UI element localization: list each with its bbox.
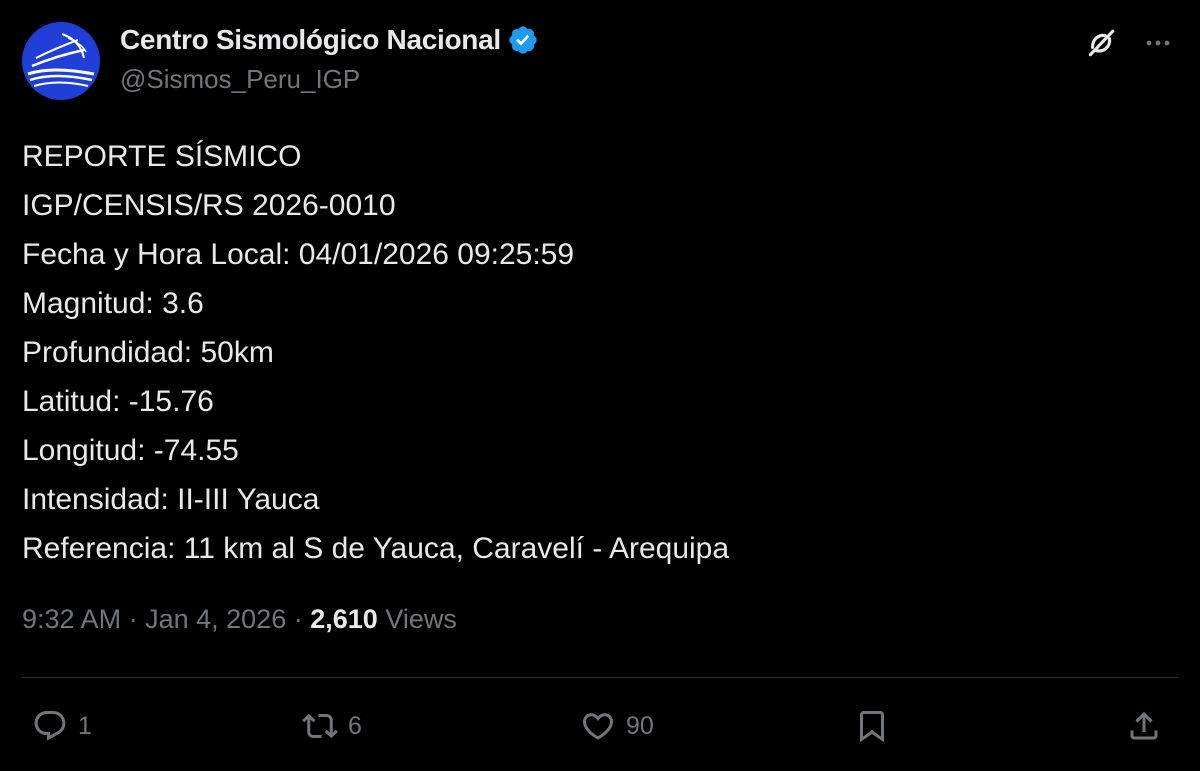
display-name[interactable]: Centro Sismológico Nacional (120, 24, 501, 56)
author-info: Centro Sismológico Nacional @Sismos_Peru… (120, 22, 539, 95)
share-button[interactable] (1126, 705, 1162, 747)
views-count[interactable]: 2,610 (310, 604, 378, 634)
repost-icon (302, 713, 338, 739)
tweet-meta: 9:32 AM · Jan 4, 2026 · 2,610 Views (22, 604, 457, 635)
tweet-text: REPORTE SÍSMICO IGP/CENSIS/RS 2026-0010 … (22, 132, 729, 573)
bookmark-button[interactable] (854, 705, 890, 747)
tweet: Centro Sismológico Nacional @Sismos_Peru… (0, 0, 1200, 771)
like-button[interactable]: 90 (580, 705, 654, 747)
more-options-icon (1146, 40, 1170, 46)
meta-separator: · (293, 604, 303, 634)
repost-count: 6 (348, 711, 362, 740)
grok-button[interactable] (1082, 24, 1120, 62)
tweet-time[interactable]: 9:32 AM (22, 604, 121, 634)
divider (22, 677, 1178, 678)
repost-button[interactable]: 6 (302, 705, 362, 747)
like-count: 90 (626, 711, 654, 740)
text-line-magnitude: Magnitud: 3.6 (22, 287, 204, 320)
avatar-logo-icon (22, 22, 100, 100)
more-options-button[interactable] (1138, 24, 1178, 62)
text-line-latitude: Latitud: -15.76 (22, 385, 214, 418)
views-label[interactable]: Views (385, 604, 457, 634)
handle[interactable]: @Sismos_Peru_IGP (120, 64, 539, 95)
text-line-intensity: Intensidad: II-III Yauca (22, 483, 320, 516)
grok-icon (1088, 29, 1115, 57)
heart-icon (582, 713, 614, 740)
avatar[interactable] (22, 22, 100, 100)
tweet-date[interactable]: Jan 4, 2026 (145, 604, 286, 634)
reply-icon (34, 711, 66, 741)
text-line-report-id: IGP/CENSIS/RS 2026-0010 (22, 189, 396, 222)
text-line-longitude: Longitud: -74.55 (22, 434, 239, 467)
reply-count: 1 (78, 711, 92, 740)
meta-separator: · (128, 604, 138, 634)
reply-button[interactable]: 1 (32, 705, 92, 747)
text-line-datetime: Fecha y Hora Local: 04/01/2026 09:25:59 (22, 238, 575, 271)
text-line-reference: Referencia: 11 km al S de Yauca, Caravel… (22, 532, 730, 565)
text-line-title: REPORTE SÍSMICO (22, 140, 302, 173)
text-line-depth: Profundidad: 50km (22, 336, 274, 369)
share-icon (1130, 711, 1158, 740)
verified-badge-icon[interactable] (507, 24, 539, 56)
bookmark-icon (860, 711, 884, 743)
